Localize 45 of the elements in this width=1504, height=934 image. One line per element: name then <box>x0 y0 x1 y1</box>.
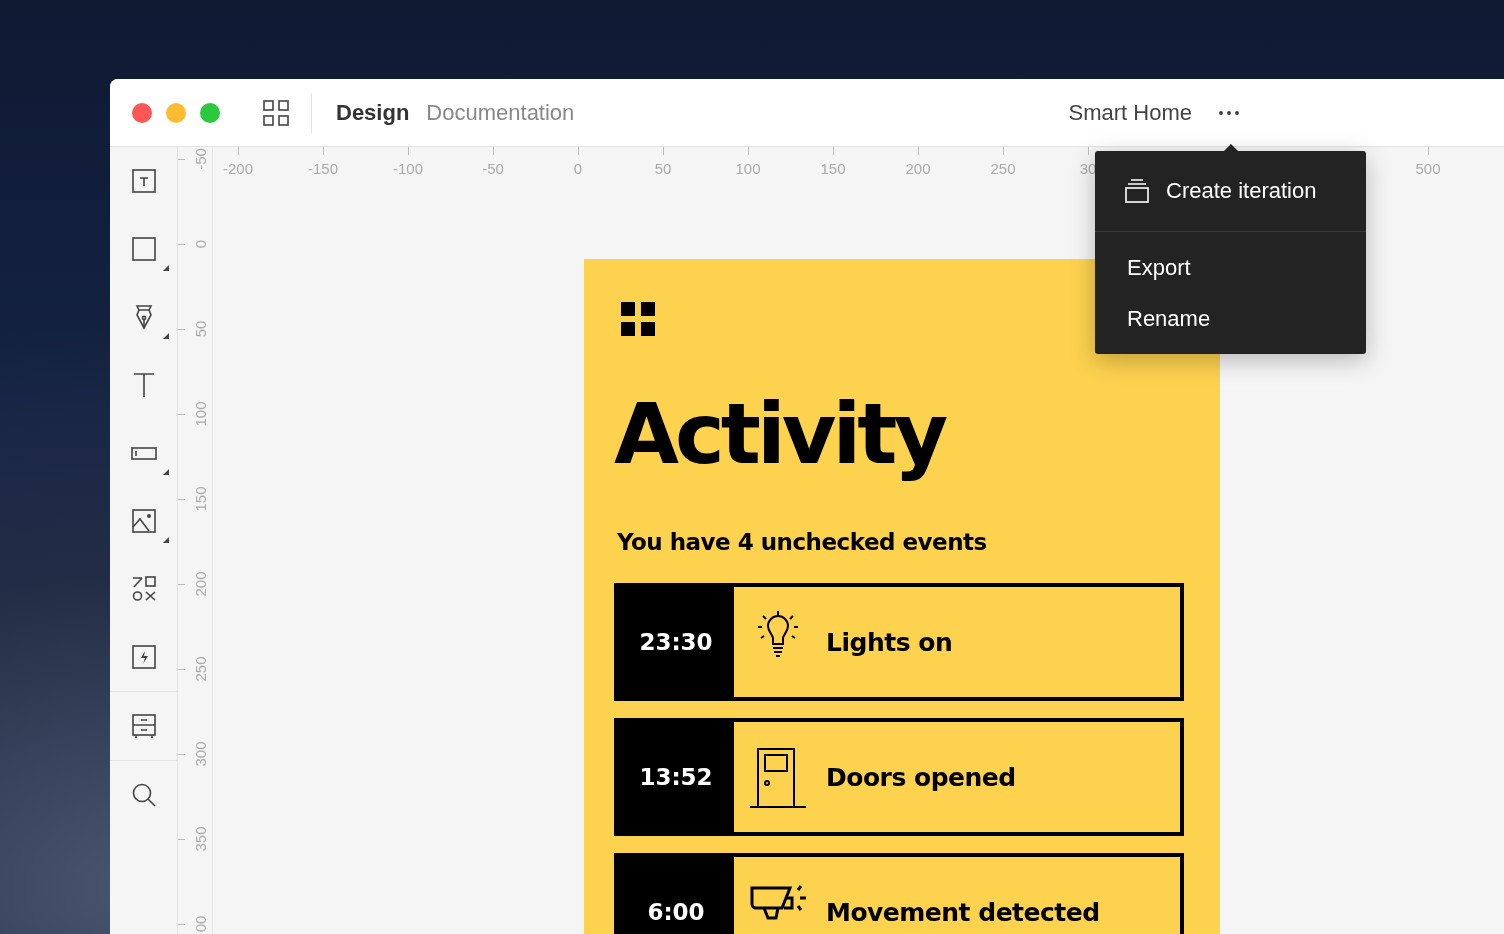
ruler-label: 200 <box>905 160 931 177</box>
close-button[interactable] <box>132 102 152 123</box>
stack-icon <box>1125 179 1149 203</box>
tab[interactable]: Design <box>336 99 410 126</box>
ruler-label: 150 <box>191 486 209 512</box>
ruler-label: 100 <box>191 401 209 427</box>
ruler-label: 0 <box>573 160 583 177</box>
event-label: Lights on <box>826 627 953 657</box>
ruler-label: 50 <box>191 320 209 338</box>
event-time: 13:52 <box>618 722 734 833</box>
ruler-label: -150 <box>308 160 338 177</box>
cabinet-icon[interactable] <box>129 712 158 740</box>
lightning-icon[interactable] <box>129 643 158 671</box>
grid-icon <box>621 302 655 336</box>
ruler-label: 250 <box>990 160 1016 177</box>
event-time: 23:30 <box>618 587 734 698</box>
image-icon[interactable] <box>129 507 158 535</box>
ruler-label: 100 <box>735 160 761 177</box>
event-label: Doors opened <box>826 762 1016 792</box>
page-title: Activity <box>614 384 946 485</box>
subtitle: You have 4 unchecked events <box>617 529 988 556</box>
event-time: 6:00 <box>618 857 734 934</box>
ruler-label: -50 <box>191 148 209 170</box>
menu-item[interactable]: Export <box>1095 242 1366 293</box>
ruler-label: 00 <box>191 915 209 933</box>
tab[interactable]: Documentation <box>426 99 575 126</box>
ruler-label: 50 <box>654 160 672 177</box>
project-title[interactable]: Smart Home <box>1068 99 1192 126</box>
ruler-label: 500 <box>1415 160 1441 177</box>
ruler-label: -50 <box>482 160 504 177</box>
ruler-label: 200 <box>191 571 209 597</box>
ruler-label: 0 <box>191 239 209 249</box>
ruler-label: -100 <box>393 160 423 177</box>
menu-item[interactable]: Create iteration <box>1095 151 1366 231</box>
ruler-label: 300 <box>191 741 209 767</box>
ruler-label: 350 <box>191 826 209 852</box>
more-icon[interactable] <box>1218 109 1240 116</box>
grid-icon[interactable] <box>263 99 289 126</box>
frame-icon[interactable] <box>129 167 158 195</box>
rectangle-icon[interactable] <box>129 235 158 263</box>
ruler-label: 250 <box>191 656 209 682</box>
event-label: Movement detected <box>826 897 1100 927</box>
ruler-label: 150 <box>820 160 846 177</box>
menu-item[interactable]: Rename <box>1095 293 1366 344</box>
ruler-label: -200 <box>223 160 253 177</box>
